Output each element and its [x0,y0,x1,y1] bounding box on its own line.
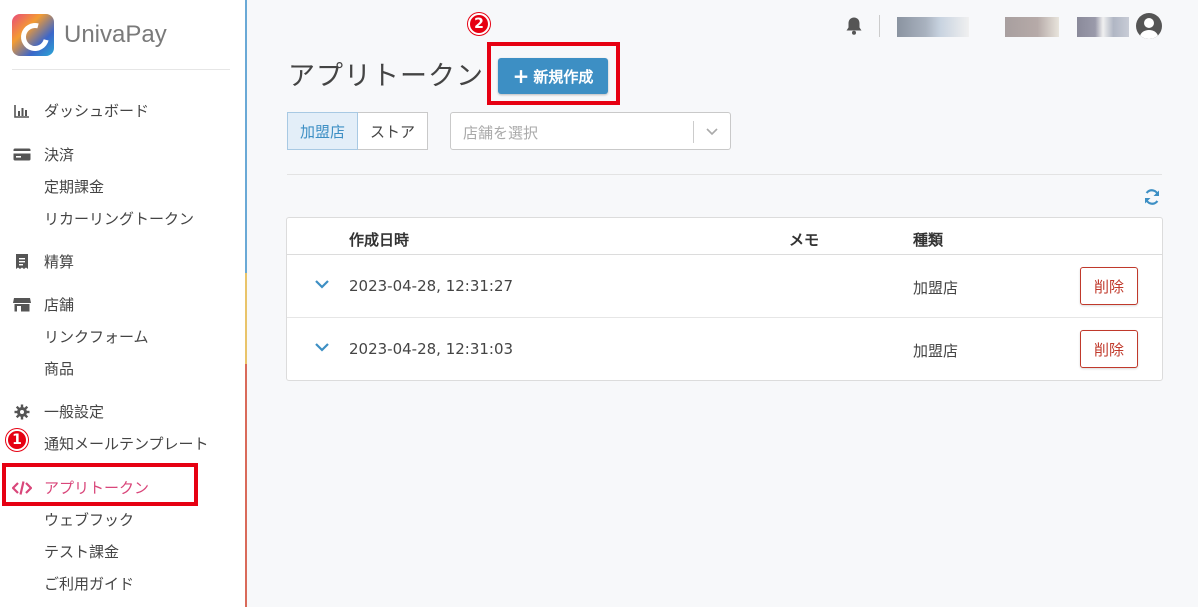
cell-created: 2023-04-28, 12:31:27 [349,277,514,295]
nav-store[interactable]: 店舗 [12,294,74,315]
store-select-placeholder: 店舗を選択 [463,124,539,142]
delete-button[interactable]: 削除 [1080,267,1138,305]
receipt-icon [12,254,32,270]
annotation-step-1-badge: 1 [6,429,28,451]
expand-chevron-icon[interactable] [314,341,330,353]
nav-label: ダッシュボード [44,102,150,120]
chart-icon [12,103,32,119]
toggle-merchant[interactable]: 加盟店 [287,112,359,150]
nav-subscriptions[interactable]: 定期課金 [44,176,104,197]
nav-label: 決済 [44,146,75,164]
gear-icon [12,404,32,420]
column-header-created: 作成日時 [349,231,410,249]
store-icon [12,297,32,313]
page-title: アプリトークン [288,61,484,92]
nav-test-charges[interactable]: テスト課金 [44,541,119,562]
nav-webhooks[interactable]: ウェブフック [44,509,134,530]
cell-created: 2023-04-28, 12:31:03 [349,340,514,358]
sidebar-border [245,0,247,607]
annotation-step-2-badge: 2 [468,13,490,35]
nav-label: 店舗 [44,296,75,314]
table-row: 2023-04-28, 12:31:27 加盟店 削除 [287,255,1162,318]
redacted-user-info [1077,17,1129,37]
bell-icon[interactable] [845,16,863,36]
column-header-memo: メモ [789,231,820,249]
divider [287,174,1162,175]
select-divider [693,121,694,143]
nav-notification-templates[interactable]: 通知メールテンプレート [44,433,209,454]
cell-type: 加盟店 [913,342,959,360]
univapay-logo-icon [12,14,54,56]
table-row: 2023-04-28, 12:31:03 加盟店 削除 [287,318,1162,381]
brand-logo[interactable]: UnivaPay [12,14,167,56]
nav-dashboard[interactable]: ダッシュボード [12,100,149,121]
nav-link-form[interactable]: リンクフォーム [44,326,149,347]
cell-type: 加盟店 [913,279,959,297]
refresh-icon[interactable] [1143,188,1161,206]
annotation-highlight-box [487,42,620,105]
divider [12,69,230,70]
nav-settlement[interactable]: 精算 [12,251,74,272]
nav-payments[interactable]: 決済 [12,144,74,165]
column-header-type: 種類 [913,231,944,249]
toggle-store[interactable]: ストア [358,112,429,150]
delete-button[interactable]: 削除 [1080,330,1138,368]
nav-general-settings[interactable]: 一般設定 [12,401,104,422]
nav-label: 精算 [44,253,75,271]
store-select[interactable]: 店舗を選択 [450,112,731,150]
credit-card-icon [12,147,32,163]
brand-name: UnivaPay [64,21,167,48]
nav-recurring-tokens[interactable]: リカーリングトークン [44,208,194,229]
header-divider [879,15,880,37]
expand-chevron-icon[interactable] [314,278,330,290]
nav-user-guide[interactable]: ご利用ガイド [44,573,134,594]
sidebar: UnivaPay ダッシュボード 決済 定期課金 リカーリングトークン 精算 店… [0,0,246,607]
nav-label: 一般設定 [44,403,105,421]
avatar-icon[interactable] [1136,13,1162,39]
owner-type-toggle: 加盟店 ストア [287,112,429,150]
redacted-user-info [1005,17,1059,37]
chevron-down-icon [706,128,718,136]
redacted-user-info [897,17,969,37]
annotation-highlight-box [2,463,198,506]
nav-products[interactable]: 商品 [44,358,74,379]
app-tokens-table: 作成日時 メモ 種類 2023-04-28, 12:31:27 加盟店 削除 2… [286,217,1163,381]
